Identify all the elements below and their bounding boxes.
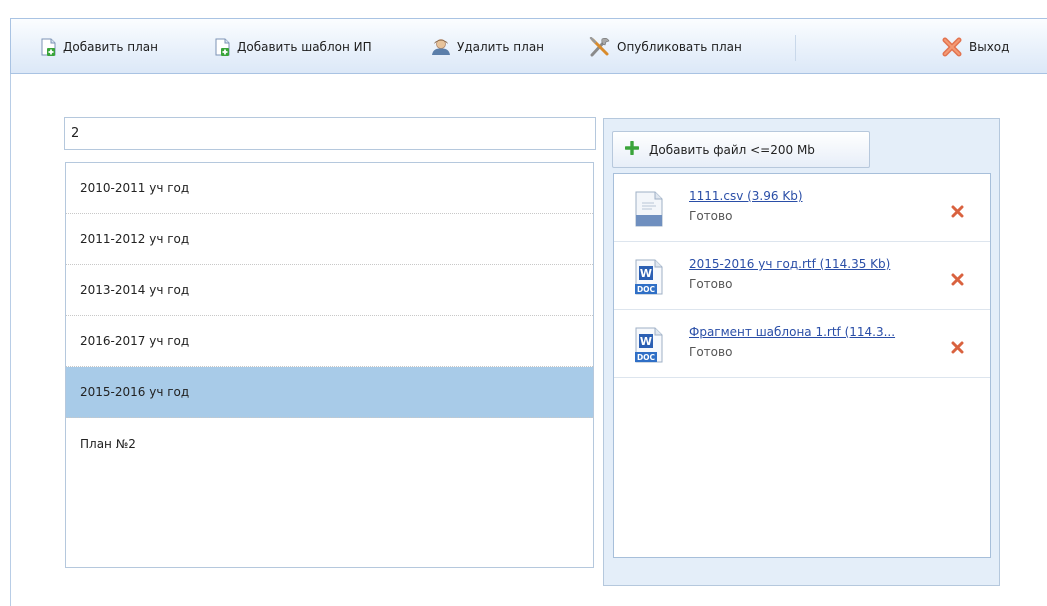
doc-icon-text: DOC — [637, 285, 656, 294]
tools-icon — [589, 37, 611, 57]
delete-file-icon[interactable] — [951, 273, 964, 289]
close-icon — [941, 37, 963, 57]
add-file-label: Добавить файл <=200 Mb — [649, 142, 815, 157]
word-doc-icon: W DOC — [634, 327, 664, 366]
add-file-button[interactable]: Добавить файл <=200 Mb — [612, 131, 870, 168]
add-document-icon — [215, 38, 231, 56]
user-icon — [431, 38, 451, 56]
file-list: 1111.csv (3.96 Kb) Готово W DOC 2015-201… — [613, 173, 991, 558]
search-input[interactable] — [64, 117, 596, 150]
add-plan-button[interactable]: Добавить план — [41, 37, 158, 57]
plan-list-item[interactable]: 2013-2014 уч год — [66, 265, 593, 316]
publish-plan-button[interactable]: Опубликовать план — [589, 37, 742, 57]
toolbar-separator — [795, 35, 796, 61]
svg-text:W: W — [640, 335, 652, 348]
file-status: Готово — [689, 277, 733, 291]
plan-label: 2010-2011 уч год — [80, 181, 190, 195]
delete-plan-button[interactable]: Удалить план — [431, 37, 544, 57]
plan-list-item[interactable]: 2011-2012 уч год — [66, 214, 593, 265]
add-template-label: Добавить шаблон ИП — [237, 40, 372, 54]
file-link[interactable]: 2015-2016 уч год.rtf (114.35 Kb) — [689, 257, 890, 271]
plan-list-item-selected[interactable]: 2015-2016 уч год — [66, 367, 593, 418]
toolbar: Добавить план Добавить шаблон ИП Удалить… — [10, 18, 1047, 74]
add-plan-label: Добавить план — [63, 40, 158, 54]
plan-list-item[interactable]: План №2 — [66, 418, 593, 469]
plan-label: 2011-2012 уч год — [80, 232, 190, 246]
file-status: Готово — [689, 209, 733, 223]
exit-button[interactable]: Выход — [941, 37, 1009, 57]
file-row: 1111.csv (3.96 Kb) Готово — [614, 174, 990, 242]
file-row: W DOC 2015-2016 уч год.rtf (114.35 Kb) Г… — [614, 242, 990, 310]
csv-file-icon — [634, 191, 664, 230]
plus-icon — [624, 140, 640, 158]
delete-file-icon[interactable] — [951, 205, 964, 221]
svg-text:W: W — [640, 267, 652, 280]
file-link[interactable]: Фрагмент шаблона 1.rtf (114.3... — [689, 325, 895, 339]
doc-icon-text: DOC — [637, 353, 656, 362]
plan-label: 2015-2016 уч год — [80, 385, 190, 399]
plan-label: 2013-2014 уч год — [80, 283, 190, 297]
plan-label: План №2 — [80, 436, 136, 451]
exit-label: Выход — [969, 40, 1010, 54]
add-template-button[interactable]: Добавить шаблон ИП — [215, 37, 372, 57]
word-doc-icon: W DOC — [634, 259, 664, 298]
delete-plan-label: Удалить план — [457, 40, 545, 54]
delete-file-icon[interactable] — [951, 341, 964, 357]
file-status: Готово — [689, 345, 733, 359]
plan-list-item[interactable]: 2010-2011 уч год — [66, 163, 593, 214]
publish-plan-label: Опубликовать план — [617, 40, 742, 54]
file-row: W DOC Фрагмент шаблона 1.rtf (114.3... Г… — [614, 310, 990, 378]
plan-label: 2016-2017 уч год — [80, 334, 190, 348]
file-link[interactable]: 1111.csv (3.96 Kb) — [689, 189, 803, 203]
plan-list: 2010-2011 уч год 2011-2012 уч год 2013-2… — [65, 162, 594, 568]
plan-list-item[interactable]: 2016-2017 уч год — [66, 316, 593, 367]
add-document-icon — [41, 38, 57, 56]
